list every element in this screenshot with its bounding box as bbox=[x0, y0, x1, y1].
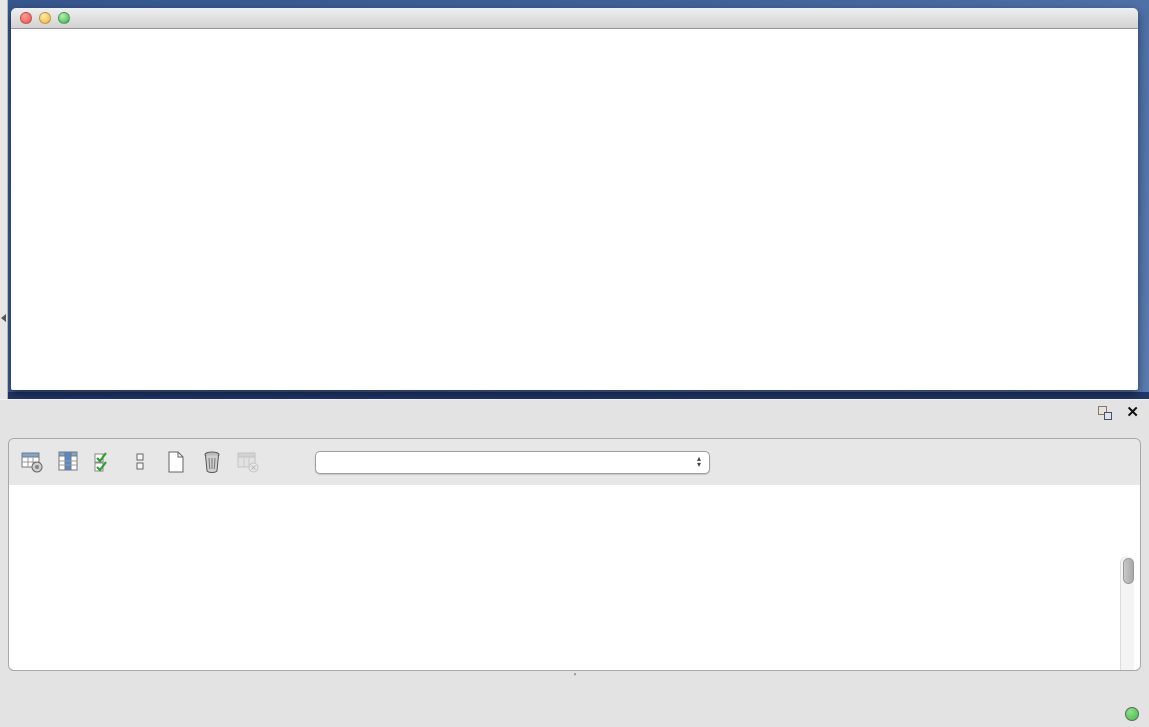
window-controls bbox=[20, 12, 70, 24]
network-desktop bbox=[0, 0, 1149, 399]
float-panel-icon[interactable] bbox=[1098, 406, 1112, 420]
select-columns-button[interactable] bbox=[53, 447, 83, 477]
split-divider[interactable] bbox=[0, 392, 1149, 399]
table-panel: ✕ bbox=[0, 399, 1149, 727]
delete-column-button-disabled[interactable] bbox=[233, 447, 263, 477]
function-builder-button[interactable] bbox=[269, 447, 299, 477]
table-container: ▴▾ bbox=[8, 438, 1141, 671]
citation-network-graph[interactable] bbox=[11, 29, 1136, 389]
table-scrollbar-thumb[interactable] bbox=[1123, 558, 1134, 584]
statusbar bbox=[0, 700, 1149, 727]
network-window[interactable] bbox=[11, 8, 1138, 390]
cytoscape-app: ✕ bbox=[0, 0, 1149, 727]
row-height-button[interactable] bbox=[125, 447, 155, 477]
table-tabbar bbox=[0, 673, 1149, 675]
table-toolbar: ▴▾ bbox=[9, 439, 1140, 485]
select-stepper-icon: ▴▾ bbox=[697, 456, 701, 468]
minimize-window-button[interactable] bbox=[39, 12, 51, 24]
delete-table-button[interactable] bbox=[197, 447, 227, 477]
collapse-panel-arrow-icon[interactable] bbox=[1, 314, 6, 322]
network-window-titlebar[interactable] bbox=[11, 8, 1138, 29]
new-table-button[interactable] bbox=[161, 447, 191, 477]
close-panel-icon[interactable]: ✕ bbox=[1126, 406, 1139, 420]
table-scrollbar[interactable] bbox=[1120, 556, 1134, 671]
close-window-button[interactable] bbox=[20, 12, 32, 24]
zoom-window-button[interactable] bbox=[58, 12, 70, 24]
select-rows-button[interactable] bbox=[89, 447, 119, 477]
table-type-segmented-control bbox=[574, 673, 576, 675]
table-panel-header: ✕ bbox=[0, 400, 1149, 426]
memory-status-indicator[interactable] bbox=[1125, 707, 1139, 721]
network-file-select[interactable]: ▴▾ bbox=[315, 451, 710, 474]
left-gutter bbox=[0, 0, 8, 399]
network-canvas[interactable] bbox=[11, 29, 1136, 389]
column-settings-button[interactable] bbox=[17, 447, 47, 477]
